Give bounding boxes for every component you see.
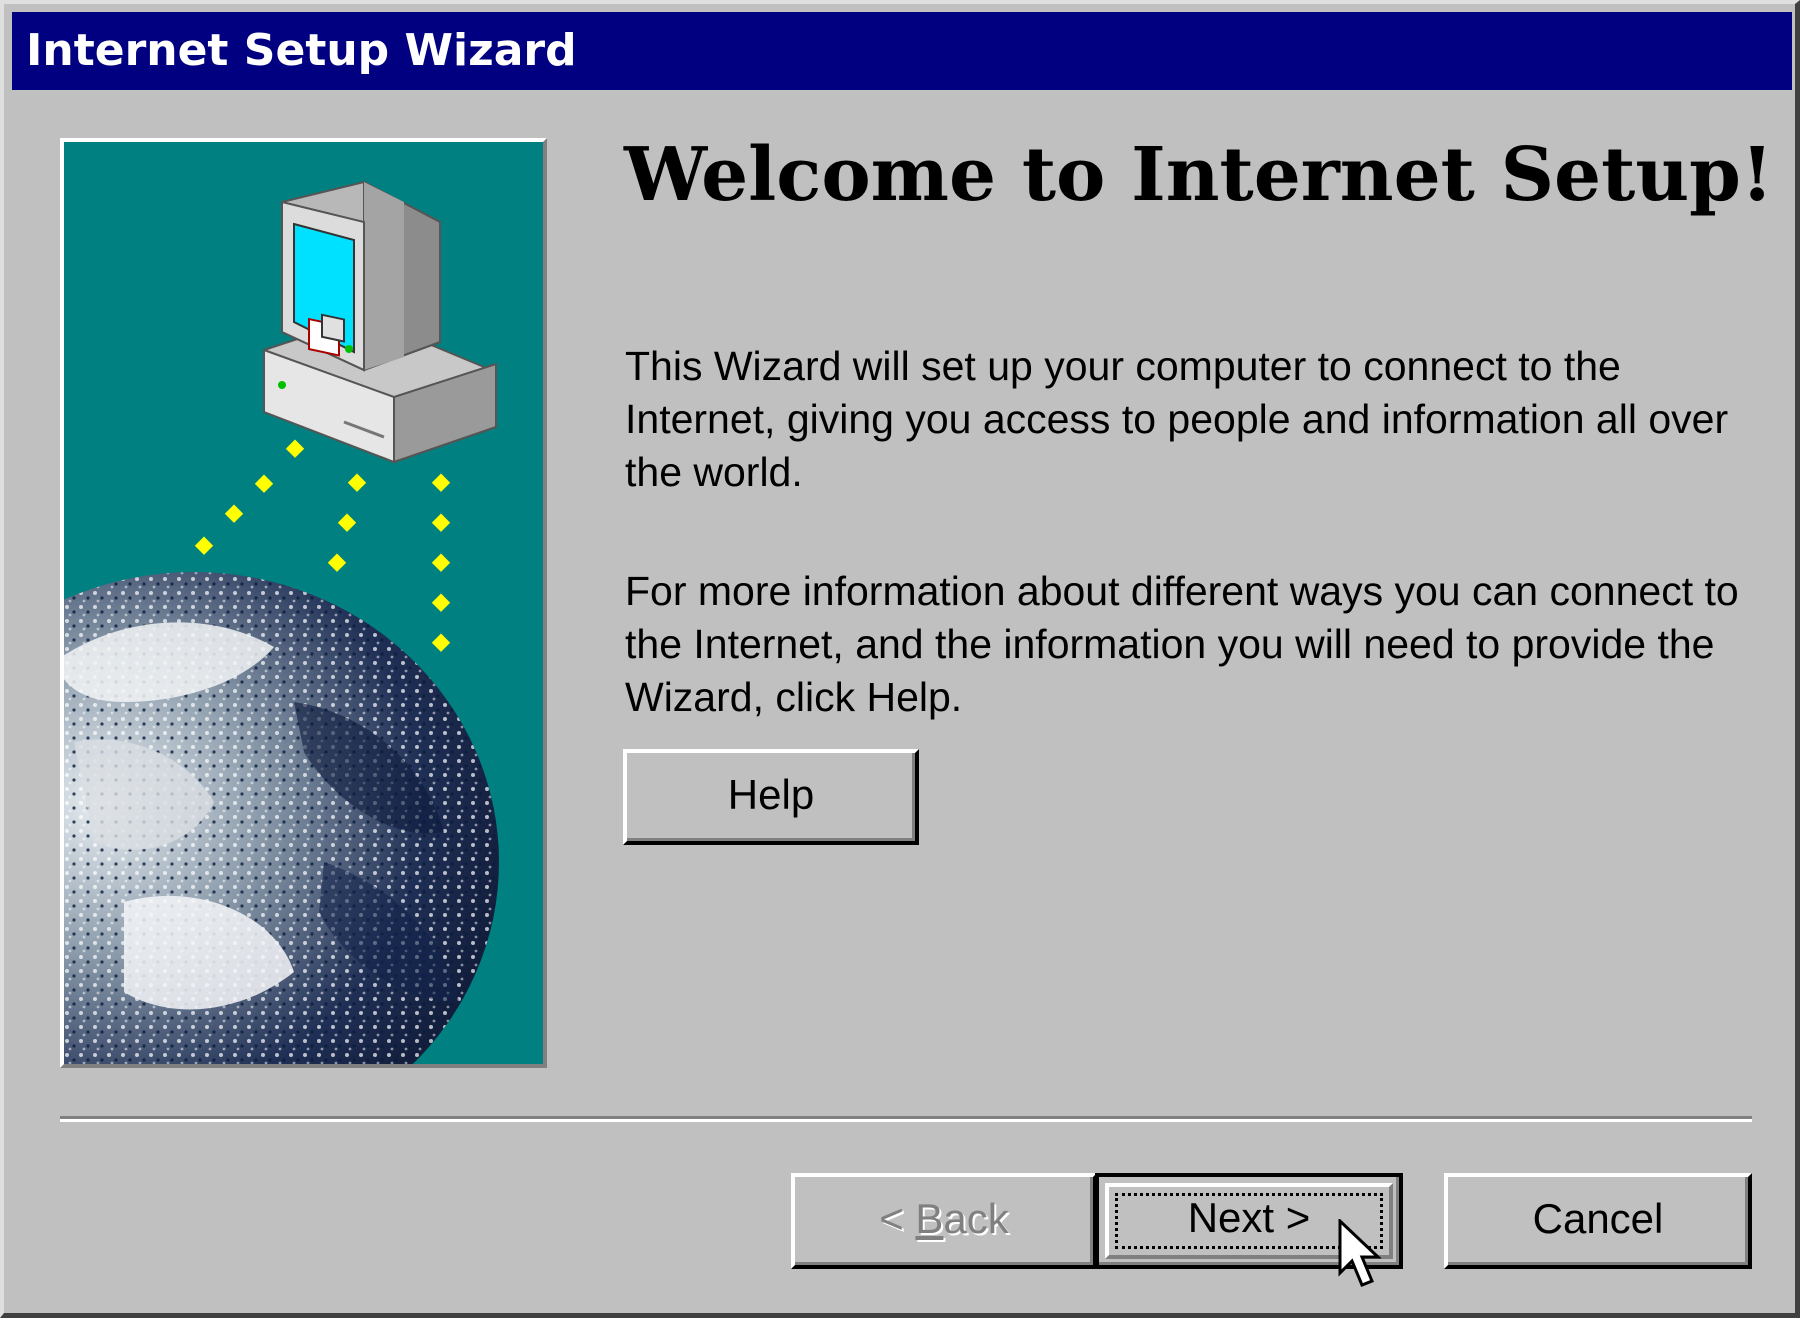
cancel-button-label: Cancel [1532,1195,1664,1242]
title-bar[interactable]: Internet Setup Wizard [12,12,1792,90]
help-button[interactable]: Help [623,749,919,845]
welcome-heading: Welcome to Internet Setup! [624,132,1774,218]
help-button-label: Help [727,771,815,818]
cancel-button[interactable]: Cancel [1444,1173,1752,1269]
separator-line [60,1116,1752,1122]
back-arrow-text: < [879,1195,916,1242]
mouse-pointer-icon [1338,1219,1382,1287]
intro-paragraph: This Wizard will set up your computer to… [625,343,1729,495]
back-accelerator: B [915,1195,944,1242]
illustration-art [64,142,543,1064]
help-info-paragraph: For more information about different way… [625,568,1739,720]
back-button[interactable]: < Back [791,1173,1097,1269]
window-title: Internet Setup Wizard [26,25,577,76]
back-button-label: < Back [879,1195,1009,1242]
wizard-illustration [60,138,547,1068]
wizard-window: Internet Setup Wizard Welcome to Interne… [0,0,1800,1318]
back-label-rest: ack [943,1195,1009,1242]
